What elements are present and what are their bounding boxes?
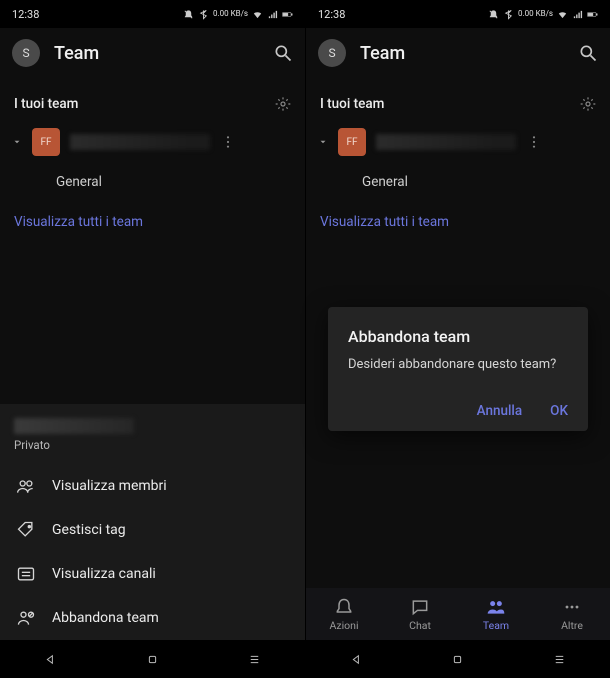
chevron-down-icon[interactable] xyxy=(12,137,22,147)
nav-label: Chat xyxy=(409,619,431,632)
team-actions-sheet: Privato Visualizza membri Gestisci tag V… xyxy=(0,404,305,640)
leave-icon xyxy=(16,608,36,628)
sheet-item-view-members[interactable]: Visualizza membri xyxy=(0,464,305,508)
channel-general[interactable]: General xyxy=(0,164,305,200)
dialog-actions: Annulla OK xyxy=(348,403,568,419)
status-time: 12:38 xyxy=(318,8,345,21)
sheet-item-label: Abbandona team xyxy=(52,610,159,626)
bottom-nav: Azioni Chat Team Altre xyxy=(306,588,610,640)
sheet-privacy-label: Privato xyxy=(14,438,291,452)
nav-azioni[interactable]: Azioni xyxy=(306,588,382,640)
tag-icon xyxy=(16,520,36,540)
nav-chat[interactable]: Chat xyxy=(382,588,458,640)
sheet-item-label: Visualizza canali xyxy=(52,566,156,582)
status-indicators: 0.00 KB/s xyxy=(488,9,598,20)
team-row[interactable]: FF xyxy=(306,120,610,164)
app-header: S Team xyxy=(0,28,305,78)
team-badge: FF xyxy=(32,128,60,156)
home-icon[interactable] xyxy=(145,652,160,667)
status-time: 12:38 xyxy=(12,8,39,21)
gear-icon[interactable] xyxy=(275,96,291,112)
status-indicators: 0.00 KB/s xyxy=(183,9,293,20)
search-icon[interactable] xyxy=(273,43,293,63)
battery-icon xyxy=(282,9,293,20)
bluetooth-icon xyxy=(198,9,209,20)
sheet-item-label: Visualizza membri xyxy=(52,478,167,494)
page-title: Team xyxy=(360,43,564,64)
mute-icon xyxy=(488,9,499,20)
your-teams-heading: I tuoi team xyxy=(306,78,610,120)
battery-icon xyxy=(587,9,598,20)
back-icon[interactable] xyxy=(349,652,364,667)
android-nav-bar xyxy=(306,640,610,678)
team-name-redacted xyxy=(70,134,210,150)
app-header: S Team xyxy=(306,28,610,78)
signal-icon xyxy=(572,9,583,20)
sheet-item-leave-team[interactable]: Abbandona team xyxy=(0,596,305,640)
team-row[interactable]: FF xyxy=(0,120,305,164)
profile-avatar[interactable]: S xyxy=(12,39,40,67)
status-bar: 12:38 0.00 KB/s xyxy=(0,0,305,28)
see-all-teams-link[interactable]: Visualizza tutti i team xyxy=(0,200,305,244)
your-teams-label: I tuoi team xyxy=(320,96,384,112)
mute-icon xyxy=(183,9,194,20)
status-bar: 12:38 0.00 KB/s xyxy=(306,0,610,28)
chevron-down-icon[interactable] xyxy=(318,137,328,147)
profile-avatar[interactable]: S xyxy=(318,39,346,67)
sheet-item-manage-tags[interactable]: Gestisci tag xyxy=(0,508,305,552)
page-title: Team xyxy=(54,43,259,64)
team-badge: FF xyxy=(338,128,366,156)
dialog-title: Abbandona team xyxy=(348,327,568,346)
people-icon xyxy=(16,476,36,496)
see-all-teams-link[interactable]: Visualizza tutti i team xyxy=(306,200,610,244)
dialog-message: Desideri abbandonare questo team? xyxy=(348,356,568,374)
net-speed: 0.00 KB/s xyxy=(518,10,553,18)
android-nav-bar xyxy=(0,640,305,678)
nav-more[interactable]: Altre xyxy=(534,588,610,640)
nav-label: Team xyxy=(483,619,509,632)
signal-icon xyxy=(267,9,278,20)
ok-button[interactable]: OK xyxy=(550,403,568,419)
gear-icon[interactable] xyxy=(580,96,596,112)
wifi-icon xyxy=(252,9,263,20)
your-teams-heading: I tuoi team xyxy=(0,78,305,120)
search-icon[interactable] xyxy=(578,43,598,63)
right-screenshot: 12:38 0.00 KB/s S Team I tuoi team FF Ge… xyxy=(305,0,610,678)
home-icon[interactable] xyxy=(450,652,465,667)
recents-icon[interactable] xyxy=(247,652,262,667)
leave-team-dialog: Abbandona team Desideri abbandonare ques… xyxy=(328,307,588,430)
more-icon[interactable] xyxy=(526,134,542,150)
channel-general[interactable]: General xyxy=(306,164,610,200)
nav-label: Azioni xyxy=(329,619,358,632)
net-speed: 0.00 KB/s xyxy=(213,10,248,18)
wifi-icon xyxy=(557,9,568,20)
sheet-item-label: Gestisci tag xyxy=(52,522,126,538)
list-icon xyxy=(16,564,36,584)
left-screenshot: 12:38 0.00 KB/s S Team I tuoi team FF Ge… xyxy=(0,0,305,678)
cancel-button[interactable]: Annulla xyxy=(477,403,523,419)
your-teams-label: I tuoi team xyxy=(14,96,78,112)
back-icon[interactable] xyxy=(43,652,58,667)
nav-label: Altre xyxy=(561,619,583,632)
more-icon[interactable] xyxy=(220,134,236,150)
team-name-redacted xyxy=(376,134,516,150)
bluetooth-icon xyxy=(503,9,514,20)
sheet-team-name-redacted xyxy=(14,418,134,434)
sheet-item-view-channels[interactable]: Visualizza canali xyxy=(0,552,305,596)
recents-icon[interactable] xyxy=(552,652,567,667)
nav-team[interactable]: Team xyxy=(458,588,534,640)
